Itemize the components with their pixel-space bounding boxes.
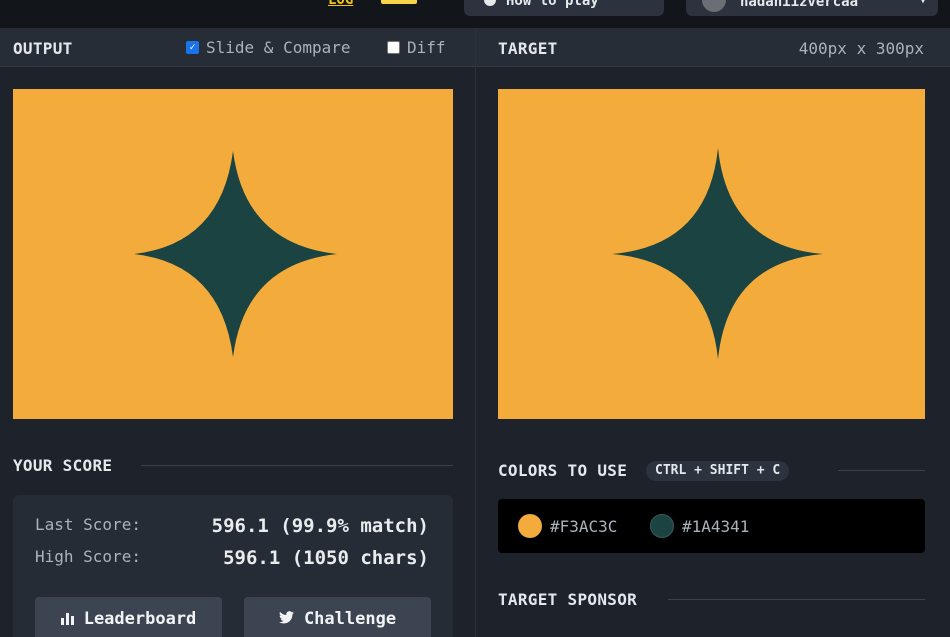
- color-hex[interactable]: #F3AC3C: [550, 517, 617, 536]
- top-link[interactable]: LOG: [328, 0, 353, 8]
- challenge-label: Challenge: [303, 609, 397, 629]
- target-sponsor-title: TARGET SPONSOR: [498, 590, 638, 609]
- target-canvas[interactable]: [498, 89, 925, 419]
- section-rule: [668, 599, 925, 600]
- how-to-play-label: How to play: [506, 0, 599, 9]
- slide-compare-toggle[interactable]: ✓ Slide & Compare: [186, 38, 351, 57]
- twitter-icon: [278, 610, 294, 628]
- colors-panel: #F3AC3C #1A4341: [498, 499, 925, 553]
- slide-compare-label: Slide & Compare: [206, 38, 351, 57]
- username: nadaniizvercaa: [740, 0, 859, 10]
- slide-compare-checkbox[interactable]: ✓: [186, 41, 199, 54]
- color-item[interactable]: #F3AC3C: [518, 514, 617, 538]
- diff-checkbox[interactable]: [387, 41, 400, 54]
- target-title: TARGET: [498, 39, 558, 58]
- avatar: [702, 0, 726, 12]
- last-score-value: 596.1 (99.9% match): [211, 515, 429, 537]
- color-swatch[interactable]: [518, 514, 542, 538]
- emoji-icon: [381, 0, 417, 4]
- color-hex[interactable]: #1A4341: [682, 517, 749, 536]
- section-rule: [141, 465, 453, 466]
- color-item[interactable]: #1A4341: [650, 514, 749, 538]
- diff-toggle[interactable]: Diff: [387, 38, 446, 57]
- section-rule: [838, 470, 925, 471]
- how-to-play-button[interactable]: How to play: [464, 0, 664, 16]
- panel-divider: [475, 28, 476, 637]
- target-dimensions: 400px x 300px: [798, 39, 924, 58]
- colors-title: COLORS TO USE: [498, 461, 628, 480]
- output-preview: [13, 89, 453, 419]
- top-bar: LOG How to play nadaniizvercaa ▼: [0, 0, 950, 28]
- chevron-down-icon: ▼: [919, 0, 926, 6]
- your-score-title: YOUR SCORE: [13, 456, 113, 475]
- user-menu-button[interactable]: nadaniizvercaa ▼: [686, 0, 938, 16]
- target-preview: [498, 89, 925, 419]
- leaderboard-label: Leaderboard: [83, 609, 197, 629]
- color-swatch[interactable]: [650, 514, 674, 538]
- last-score-label: Last Score:: [35, 515, 141, 534]
- score-panel: Last Score: 596.1 (99.9% match) High Sco…: [13, 495, 453, 637]
- high-score-label: High Score:: [35, 547, 141, 566]
- output-header: OUTPUT ✓ Slide & Compare Diff: [0, 28, 475, 67]
- challenge-button[interactable]: Challenge: [244, 597, 431, 637]
- output-title: OUTPUT: [13, 39, 73, 58]
- leaderboard-button[interactable]: Leaderboard: [35, 597, 222, 637]
- diff-label: Diff: [407, 38, 446, 57]
- output-canvas[interactable]: [13, 89, 453, 419]
- copy-colors-shortcut: CTRL + SHIFT + C: [646, 461, 790, 481]
- target-header: TARGET 400px x 300px: [476, 28, 950, 67]
- bar-chart-icon: [60, 613, 74, 625]
- high-score-value: 596.1 (1050 chars): [223, 547, 429, 569]
- info-icon: [484, 0, 496, 6]
